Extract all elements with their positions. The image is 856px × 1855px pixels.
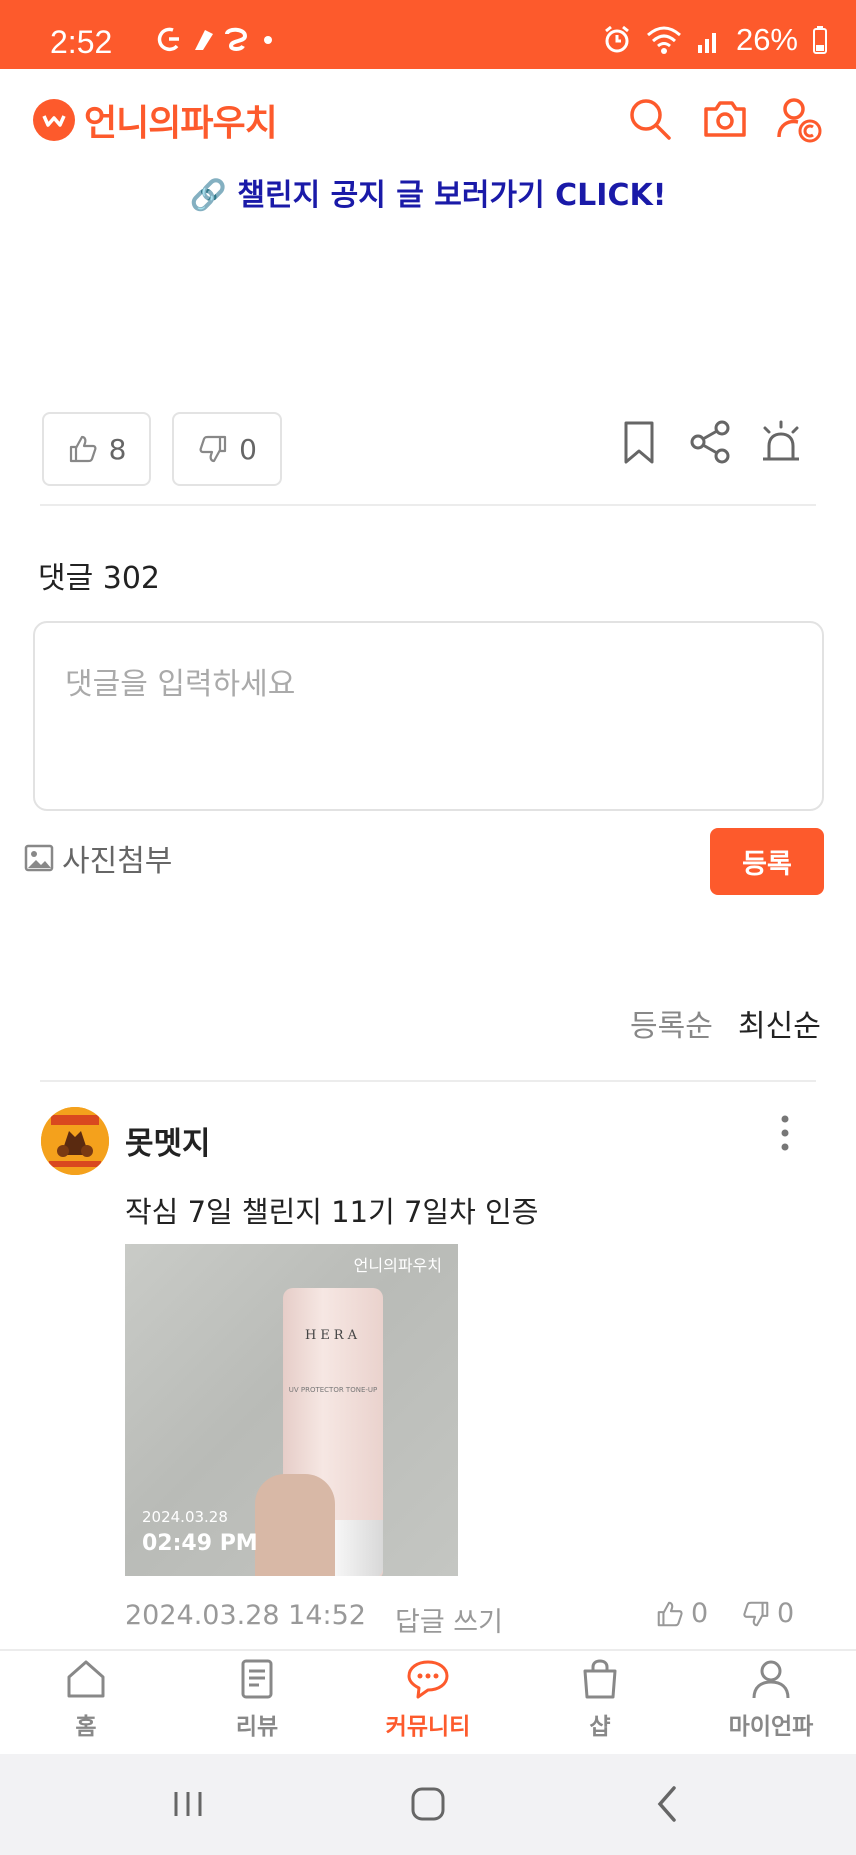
recent-apps-icon[interactable] <box>160 1776 216 1832</box>
thumbs-up-icon <box>657 1601 683 1626</box>
battery-percent: 26% <box>735 22 798 57</box>
home-button-icon[interactable] <box>400 1776 456 1832</box>
app-screen: 2:52 26% 언니의파우치 🔗 챌린지 공지 글 보러가기 CLICK! 8… <box>0 0 856 1855</box>
dislike-count: 0 <box>239 432 257 466</box>
report-siren-icon[interactable] <box>757 418 805 466</box>
notification-glyphs-icon <box>157 27 272 52</box>
logo-icon[interactable] <box>33 99 75 141</box>
wifi-icon <box>646 26 681 54</box>
review-icon <box>241 1659 273 1699</box>
battery-icon <box>813 26 827 54</box>
photo-watermark: 언니의파우치 <box>353 1256 442 1275</box>
nav-home[interactable]: 홈 <box>26 1657 146 1753</box>
comment-timestamp: 2024.03.28 14:52 <box>125 1600 366 1631</box>
product-name: UV PROTECTOR TONE-UP <box>288 1386 378 1394</box>
my-icon <box>752 1660 790 1699</box>
product-brand: HERA <box>304 1328 361 1343</box>
photo-date: 2024.03.28 <box>142 1508 228 1526</box>
divider <box>40 1080 816 1082</box>
alarm-icon <box>605 25 629 53</box>
photo-time: 02:49 PM <box>142 1531 258 1556</box>
home-icon <box>67 1660 105 1698</box>
nav-label: 샵 <box>589 1714 611 1740</box>
logo-text[interactable]: 언니의파우치 <box>84 94 278 146</box>
signal-icon <box>697 33 716 53</box>
hand <box>255 1474 335 1576</box>
search-icon[interactable] <box>626 95 674 143</box>
more-options-icon[interactable] <box>770 1113 800 1153</box>
avatar[interactable] <box>41 1107 109 1175</box>
nav-label: 홈 <box>75 1714 97 1740</box>
nav-review[interactable]: 리뷰 <box>197 1657 317 1753</box>
bookmark-icon[interactable] <box>615 418 663 466</box>
thumbs-down-icon <box>199 435 227 463</box>
system-nav-bar <box>0 1754 856 1855</box>
like-button[interactable]: 8 <box>42 412 151 486</box>
nav-community[interactable]: 커뮤니티 <box>368 1657 488 1753</box>
comment-dislike-count: 0 <box>777 1598 795 1629</box>
profile-icon[interactable] <box>776 95 824 143</box>
back-icon[interactable] <box>640 1776 696 1832</box>
nav-label: 커뮤니티 <box>385 1714 471 1740</box>
dislike-button[interactable]: 0 <box>172 412 282 486</box>
comment-photo[interactable]: HERA UV PROTECTOR TONE-UP 언니의파우치 2024.03… <box>125 1244 458 1576</box>
image-icon <box>24 844 54 872</box>
share-icon[interactable] <box>686 418 734 466</box>
nav-my[interactable]: 마이언파 <box>711 1657 831 1753</box>
comment-like-count: 0 <box>691 1598 709 1629</box>
status-right: 26% <box>602 22 828 58</box>
challenge-notice-link[interactable]: 🔗 챌린지 공지 글 보러가기 CLICK! <box>0 170 856 214</box>
nav-label: 리뷰 <box>235 1714 279 1740</box>
submit-comment-button[interactable]: 등록 <box>710 828 824 895</box>
comment-like-button[interactable]: 0 <box>655 1598 708 1629</box>
app-header: 언니의파우치 <box>0 69 856 169</box>
sort-by-latest[interactable]: 최신순 <box>738 1001 821 1045</box>
thumbs-up-icon <box>69 435 97 463</box>
comment-input[interactable]: 댓글을 입력하세요 <box>33 621 824 811</box>
thumbs-down-icon <box>743 1601 769 1626</box>
bottom-nav: 홈 리뷰 커뮤니티 샵 마이언파 <box>0 1649 856 1754</box>
reply-button[interactable]: 답글 쓰기 <box>395 1600 503 1639</box>
nav-label: 마이언파 <box>728 1714 814 1740</box>
status-time: 2:52 <box>50 24 113 60</box>
photo-attach-button[interactable]: 사진첨부 <box>24 836 172 880</box>
comment-text: 작심 7일 챌린지 11기 7일차 인증 <box>125 1195 539 1229</box>
notification-icons <box>155 24 305 61</box>
community-icon <box>407 1660 449 1699</box>
status-bar: 2:52 26% <box>0 0 856 69</box>
comment-count: 댓글 302 <box>38 561 160 596</box>
camera-icon[interactable] <box>701 95 749 143</box>
divider <box>40 504 816 506</box>
nav-shop[interactable]: 샵 <box>540 1657 660 1753</box>
sort-by-registered[interactable]: 등록순 <box>630 1001 713 1045</box>
comment-dislike-button[interactable]: 0 <box>741 1598 794 1629</box>
shop-icon <box>583 1659 617 1699</box>
like-count: 8 <box>108 432 127 466</box>
comment-author[interactable]: 못멧지 <box>125 1118 211 1163</box>
photo-attach-label: 사진첨부 <box>62 844 173 879</box>
